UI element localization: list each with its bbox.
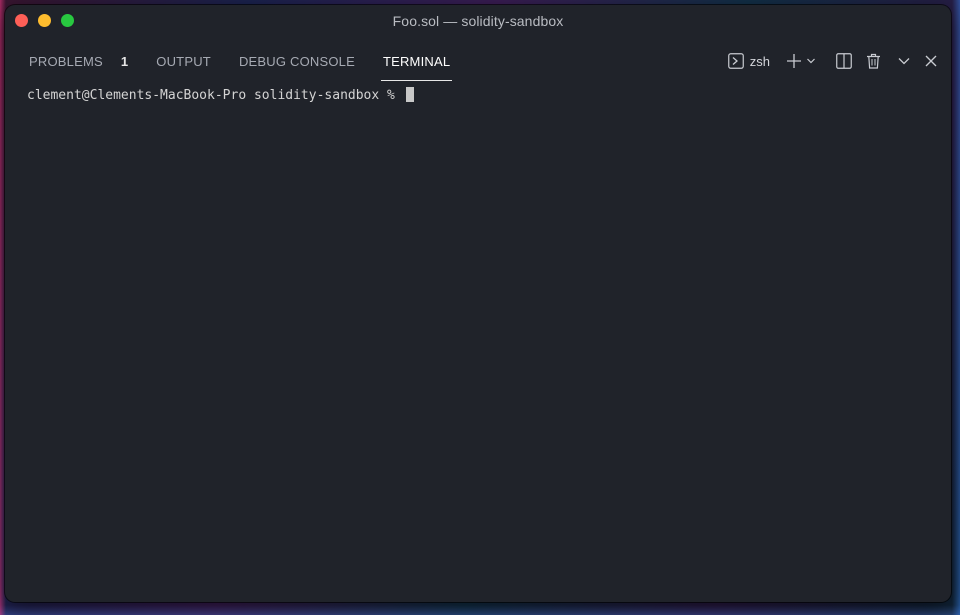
trash-icon (866, 53, 881, 69)
close-icon (925, 55, 937, 67)
maximize-window-button[interactable] (61, 14, 74, 27)
split-icon (836, 53, 852, 69)
tab-debug-console[interactable]: DEBUG CONSOLE (239, 41, 355, 81)
problems-count-badge: 1 (120, 53, 129, 69)
terminal-prompt: clement@Clements-MacBook-Pro solidity-sa… (27, 88, 403, 103)
window-controls (15, 14, 74, 27)
tab-output-label: OUTPUT (156, 53, 211, 69)
title-bar: Foo.sol — solidity-sandbox (5, 5, 951, 36)
terminal-window: Foo.sol — solidity-sandbox PROBLEMS 1 OU… (5, 5, 951, 602)
tab-debug-console-label: DEBUG CONSOLE (238, 53, 355, 69)
close-window-button[interactable] (15, 14, 28, 27)
tab-output[interactable]: OUTPUT (156, 41, 211, 81)
new-terminal-button[interactable] (786, 53, 802, 69)
terminal-icon (727, 53, 744, 69)
split-terminal-button[interactable] (836, 53, 852, 69)
kill-terminal-button[interactable] (866, 53, 881, 69)
panel-tabs: PROBLEMS 1 OUTPUT DEBUG CONSOLE TERMINAL (29, 41, 478, 81)
plus-icon (786, 53, 802, 69)
maximize-panel-button[interactable] (897, 54, 911, 68)
shell-selector-button[interactable]: zsh (727, 53, 770, 69)
panel-actions: zsh (727, 41, 937, 81)
close-panel-button[interactable] (925, 55, 937, 67)
tab-problems[interactable]: PROBLEMS 1 (29, 41, 128, 81)
shell-name-label: zsh (749, 53, 770, 69)
window-title: Foo.sol — solidity-sandbox (392, 12, 564, 29)
terminal-output[interactable]: clement@Clements-MacBook-Pro solidity-sa… (27, 87, 935, 592)
tab-terminal-label: TERMINAL (382, 53, 451, 69)
terminal-cursor (405, 87, 414, 102)
minimize-window-button[interactable] (38, 14, 51, 27)
chevron-down-icon (806, 56, 816, 66)
chevron-down-icon (897, 54, 911, 68)
launch-profile-dropdown[interactable] (806, 56, 816, 66)
tab-terminal[interactable]: TERMINAL (380, 41, 453, 81)
panel-header: PROBLEMS 1 OUTPUT DEBUG CONSOLE TERMINAL (5, 41, 951, 81)
tab-problems-label: PROBLEMS (29, 53, 103, 69)
